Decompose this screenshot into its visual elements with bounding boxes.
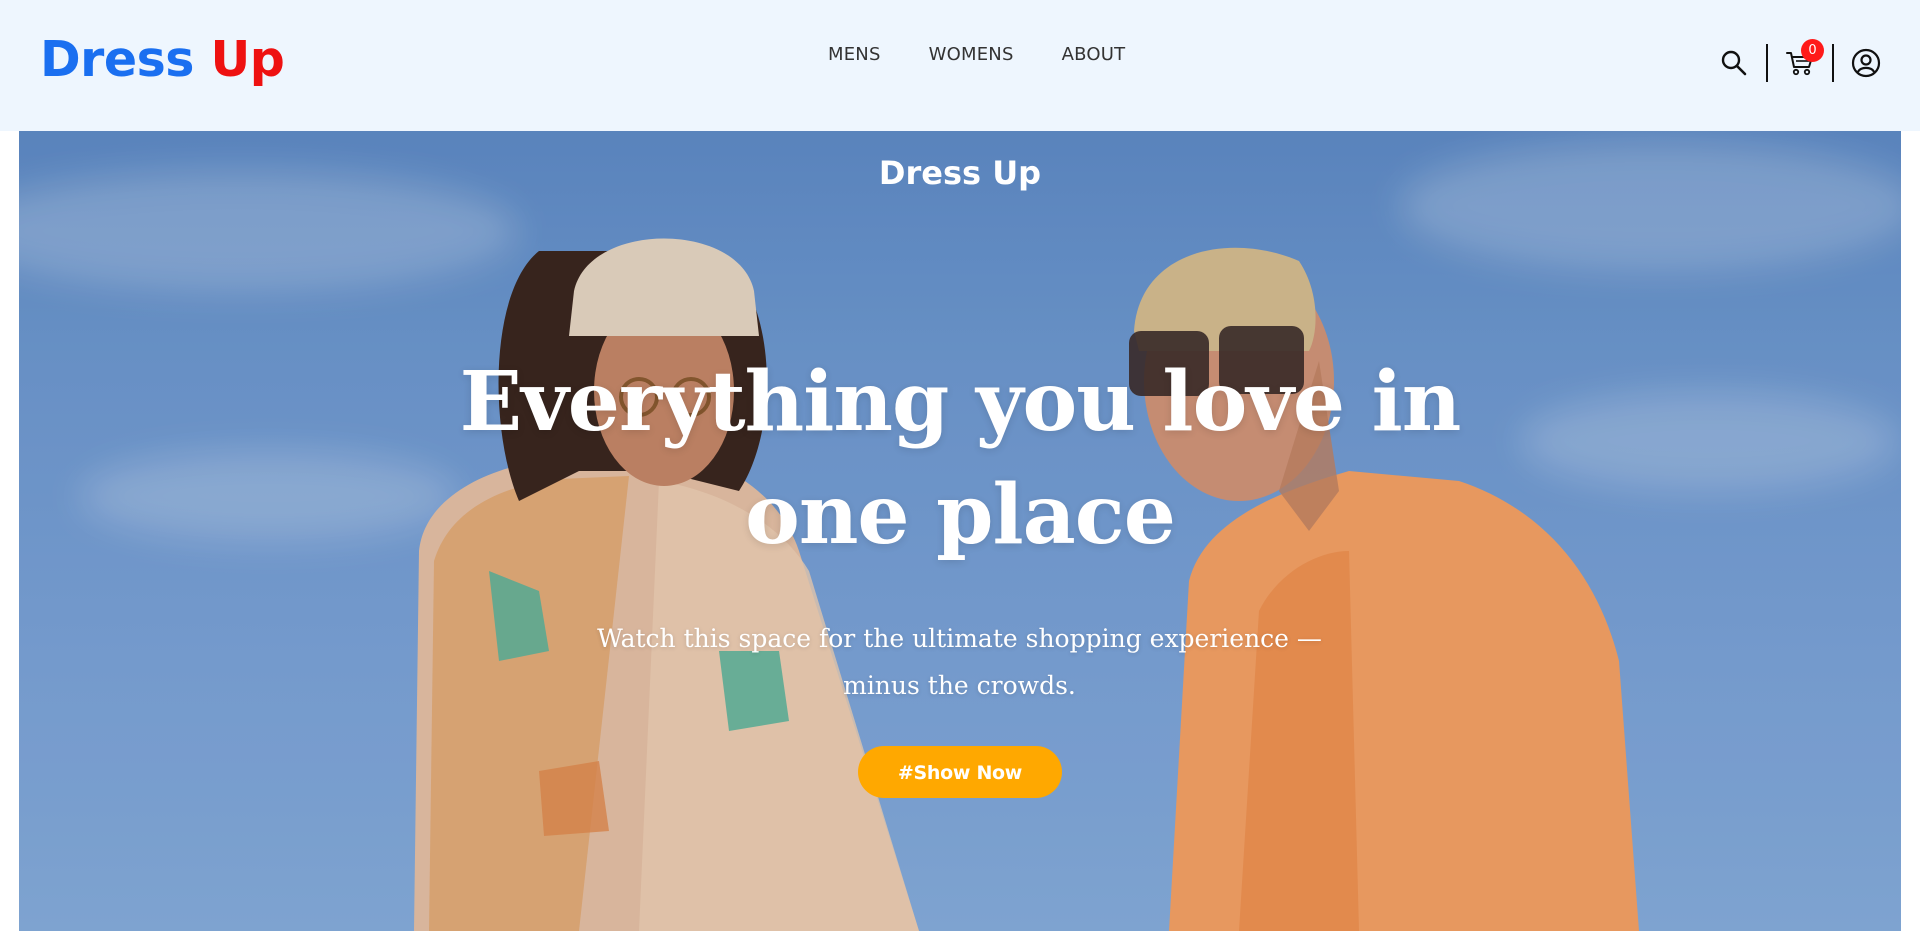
nav-item-womens[interactable]: WOMENS <box>929 40 1014 70</box>
site-header: Dress Up MENS WOMENS ABOUT 0 <box>0 0 1920 131</box>
nav-item-mens[interactable]: MENS <box>828 40 881 70</box>
search-button[interactable] <box>1714 43 1754 83</box>
hero-banner: Dress Up Everything you love in one plac… <box>19 131 1901 931</box>
main-nav: MENS WOMENS ABOUT <box>0 40 1920 70</box>
hero-title: Everything you love in one place <box>459 354 1462 563</box>
cart-count-badge: 0 <box>1801 39 1824 62</box>
account-button[interactable] <box>1846 43 1886 83</box>
header-divider <box>1766 44 1768 82</box>
user-circle-icon <box>1851 48 1881 78</box>
nav-item-about[interactable]: ABOUT <box>1062 40 1126 70</box>
show-now-button[interactable]: #Show Now <box>858 746 1062 798</box>
header-actions: 0 <box>1714 38 1886 88</box>
cart-button[interactable]: 0 <box>1780 39 1824 83</box>
search-icon <box>1721 50 1747 76</box>
hero-subtitle: Watch this space for the ultimate shoppi… <box>597 624 1322 700</box>
hero-brand-label: Dress Up <box>878 154 1042 192</box>
header-divider <box>1832 44 1834 82</box>
